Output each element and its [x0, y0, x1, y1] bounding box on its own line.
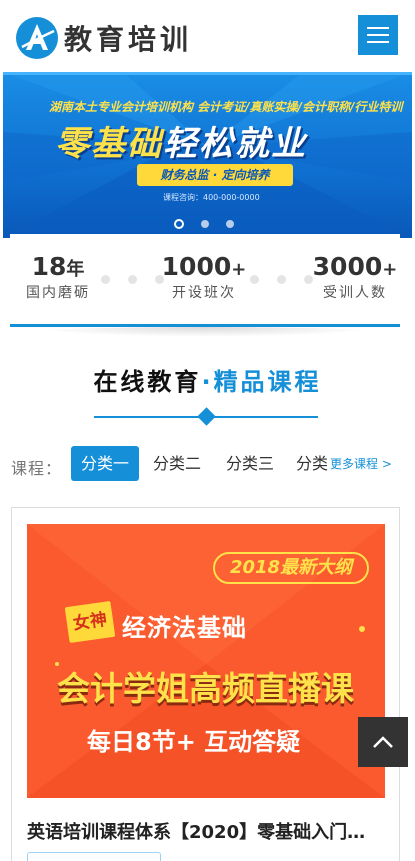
banner-dot-3[interactable]	[226, 220, 234, 228]
stat-classes-number: 1000+	[161, 252, 247, 281]
stats-panel: 18年 国内磨砺 1000+ 开设班次 3000+ 受训人数	[10, 234, 400, 324]
back-to-top-button[interactable]	[358, 717, 408, 767]
section-title-dot: ·	[201, 368, 214, 396]
course-image-footer: 每日8节+ 互动答疑	[87, 728, 301, 756]
banner-pagination	[174, 219, 234, 229]
tab-category-2[interactable]: 分类二	[145, 446, 209, 481]
stat-classes: 1000+ 开设班次	[160, 252, 248, 301]
stat-classes-label: 开设班次	[172, 285, 236, 301]
stat-divider-dots	[101, 275, 164, 284]
banner-dot-1[interactable]	[174, 219, 184, 229]
section-title: 在线教育·精品课程	[0, 362, 415, 397]
banner-pill: 财务总监 · 定向培养	[137, 164, 293, 186]
course-image-badge: 女神	[64, 600, 116, 644]
course-image-subject: 经济法基础	[122, 614, 247, 642]
course-image-tag: 2018最新大纲	[213, 552, 369, 584]
section-title-highlight: 精品课程	[213, 368, 322, 396]
logo-icon	[16, 17, 58, 59]
tab-category-4-clip: 分类	[296, 446, 330, 481]
stat-trainees-number: 3000+	[312, 252, 398, 281]
banner-title-highlight: 零基础	[55, 124, 163, 164]
chevron-up-icon	[373, 736, 393, 748]
site-logo[interactable]: 教育培训	[16, 17, 192, 59]
hamburger-menu-icon[interactable]	[358, 15, 398, 55]
tab-category-3[interactable]: 分类三	[218, 446, 282, 481]
stat-trainees: 3000+ 受训人数	[310, 252, 400, 301]
course-image-headline: 会计学姐高频直播课	[57, 669, 354, 708]
course-title[interactable]: 英语培训课程体系【2020】零基础入门到精通	[27, 818, 382, 844]
tabs-label: 课程：	[11, 459, 63, 478]
tab-category-4[interactable]: 分类	[296, 446, 330, 481]
stat-years-number: 18年	[31, 252, 85, 281]
banner-title: 零基础轻松就业	[55, 116, 365, 168]
stats-shadow	[30, 327, 380, 337]
banner-title-rest: 轻松就业	[163, 124, 307, 164]
more-courses-link[interactable]: 更多课程 >	[330, 455, 392, 472]
course-category-tabs: 课程： 分类一 分类二 分类三 分类 更多课程 >	[0, 446, 415, 482]
course-image[interactable]: 2018最新大纲 女神 经济法基础 会计学姐高频直播课 每日8节+ 互动答疑	[27, 524, 385, 798]
site-title: 教育培训	[64, 23, 193, 56]
banner-top-border	[3, 72, 412, 75]
stat-divider-dots	[250, 275, 313, 284]
stat-years-label: 国内磨砺	[26, 285, 90, 301]
site-header: 教育培训	[0, 0, 415, 72]
banner-phone: 课程咨询：400-000-0000	[163, 193, 260, 202]
banner-dot-2[interactable]	[201, 220, 209, 228]
banner-subtitle: 湖南本土专业会计培训机构 会计考证/真账实操/会计职称/行业特训	[49, 100, 403, 114]
hero-banner[interactable]: 湖南本土专业会计培训机构 会计考证/真账实操/会计职称/行业特训 零基础轻松就业…	[3, 72, 412, 238]
tab-category-1[interactable]: 分类一	[71, 446, 139, 481]
diamond-icon	[197, 407, 216, 426]
stat-trainees-label: 受训人数	[323, 285, 387, 301]
stat-years: 18年 国内磨砺	[20, 252, 96, 301]
course-tag-strip	[27, 852, 161, 861]
section-title-main: 在线教育	[93, 368, 202, 396]
course-card[interactable]: 2018最新大纲 女神 经济法基础 会计学姐高频直播课 每日8节+ 互动答疑 英…	[11, 507, 400, 861]
